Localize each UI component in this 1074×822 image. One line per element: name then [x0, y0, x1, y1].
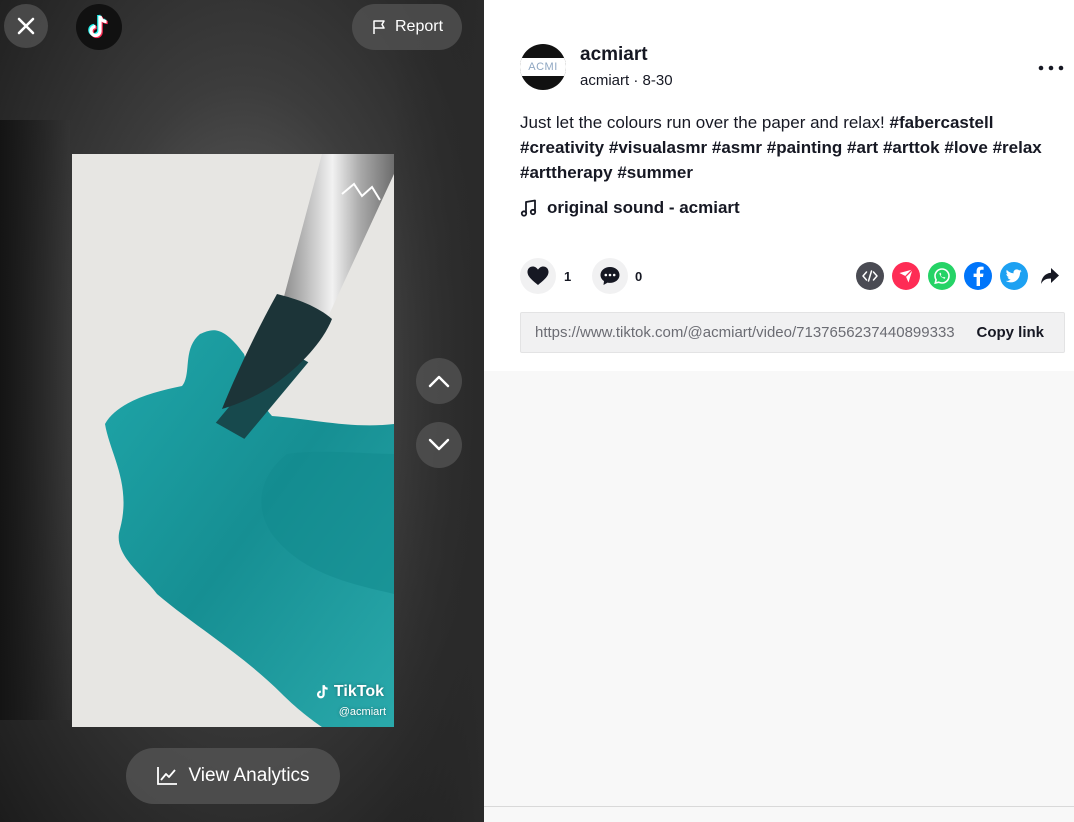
- video-frame-image: [72, 154, 394, 727]
- subline-separator: ·: [633, 72, 639, 89]
- video-player[interactable]: TikTok @acmiart: [72, 154, 394, 727]
- music-link[interactable]: original sound - acmiart: [520, 198, 740, 218]
- avatar-band: ACMI: [520, 58, 566, 76]
- send-to-friends-button[interactable]: [892, 262, 920, 290]
- whatsapp-button[interactable]: [928, 262, 956, 290]
- watermark-brand: TikTok: [315, 683, 384, 701]
- hashtag-link[interactable]: #summer: [617, 163, 693, 182]
- hashtag-link[interactable]: #creativity: [520, 138, 604, 157]
- share-more-icon: [1041, 268, 1059, 284]
- like-count: 1: [564, 269, 572, 284]
- tiktok-logo-button[interactable]: [76, 4, 122, 50]
- description-text: Just let the colours run over the paper …: [520, 113, 885, 132]
- hashtag-link[interactable]: #art: [847, 138, 878, 157]
- hashtag-link[interactable]: #painting: [767, 138, 843, 157]
- share-more-button[interactable]: [1036, 262, 1064, 290]
- view-analytics-button[interactable]: View Analytics: [126, 748, 340, 804]
- avatar[interactable]: ACMI: [520, 44, 566, 90]
- next-video-button[interactable]: [416, 422, 462, 468]
- hashtag-link[interactable]: #arttok: [883, 138, 940, 157]
- analytics-chart-icon: [157, 767, 178, 785]
- author-handle: acmiart: [580, 72, 630, 89]
- hashtag-link[interactable]: #relax: [993, 138, 1042, 157]
- background-blur-right: [394, 0, 484, 822]
- bottom-divider: [484, 806, 1074, 807]
- hashtag-link[interactable]: #arttherapy: [520, 163, 613, 182]
- copy-link-button[interactable]: Copy link: [956, 324, 1064, 341]
- previous-video-button[interactable]: [416, 358, 462, 404]
- share-link-box: https://www.tiktok.com/@acmiart/video/71…: [520, 312, 1065, 353]
- twitter-icon: [1006, 269, 1022, 283]
- comment-button[interactable]: [592, 258, 628, 294]
- flag-icon: [373, 20, 385, 34]
- video-detail-screen: Report TikTok @acmiart View Analytics AC…: [0, 0, 1074, 822]
- heart-icon: [527, 266, 549, 285]
- post-description: Just let the colours run over the paper …: [520, 110, 1060, 185]
- post-date: 8-30: [642, 72, 673, 89]
- hashtag-link[interactable]: #visualasmr: [609, 138, 707, 157]
- twitter-button[interactable]: [1000, 262, 1028, 290]
- whatsapp-icon: [934, 268, 950, 285]
- close-icon: [17, 17, 35, 35]
- author-display-name[interactable]: acmiart: [580, 44, 648, 66]
- close-button[interactable]: [4, 4, 48, 48]
- embed-icon: [862, 270, 878, 282]
- embed-button[interactable]: [856, 262, 884, 290]
- view-analytics-label: View Analytics: [188, 765, 310, 786]
- send-to-friends-icon: [899, 269, 913, 283]
- comment-count: 0: [635, 269, 643, 284]
- chevron-up-icon: [428, 375, 450, 388]
- hashtag-link[interactable]: #love: [944, 138, 987, 157]
- like-button[interactable]: [520, 258, 556, 294]
- chevron-down-icon: [428, 438, 450, 451]
- report-button[interactable]: Report: [352, 4, 462, 50]
- tiktok-watermark-icon: [316, 684, 328, 699]
- facebook-icon: [973, 266, 984, 286]
- post-details: ACMI acmiart acmiart · 8-30 Just let the…: [484, 0, 1074, 371]
- info-pane: ACMI acmiart acmiart · 8-30 Just let the…: [484, 0, 1074, 822]
- ellipsis-icon: [1038, 65, 1064, 71]
- share-link-url[interactable]: https://www.tiktok.com/@acmiart/video/71…: [521, 324, 956, 341]
- avatar-text: ACMI: [528, 61, 558, 73]
- report-label: Report: [394, 18, 444, 35]
- watermark-brand-text: TikTok: [333, 683, 384, 700]
- watermark-handle: @acmiart: [338, 706, 386, 718]
- music-note-icon: [520, 199, 537, 217]
- background-blur-left: [0, 120, 70, 720]
- comment-bubble-icon: [600, 267, 620, 285]
- more-options-button[interactable]: [1037, 58, 1065, 78]
- hashtag-link[interactable]: #fabercastell: [890, 113, 994, 132]
- tiktok-logo-icon: [88, 14, 108, 39]
- facebook-button[interactable]: [964, 262, 992, 290]
- hashtag-link[interactable]: #asmr: [712, 138, 762, 157]
- video-pane: Report TikTok @acmiart View Analytics: [0, 0, 484, 822]
- music-title: original sound - acmiart: [547, 198, 740, 217]
- author-subline: acmiart · 8-30: [580, 72, 673, 89]
